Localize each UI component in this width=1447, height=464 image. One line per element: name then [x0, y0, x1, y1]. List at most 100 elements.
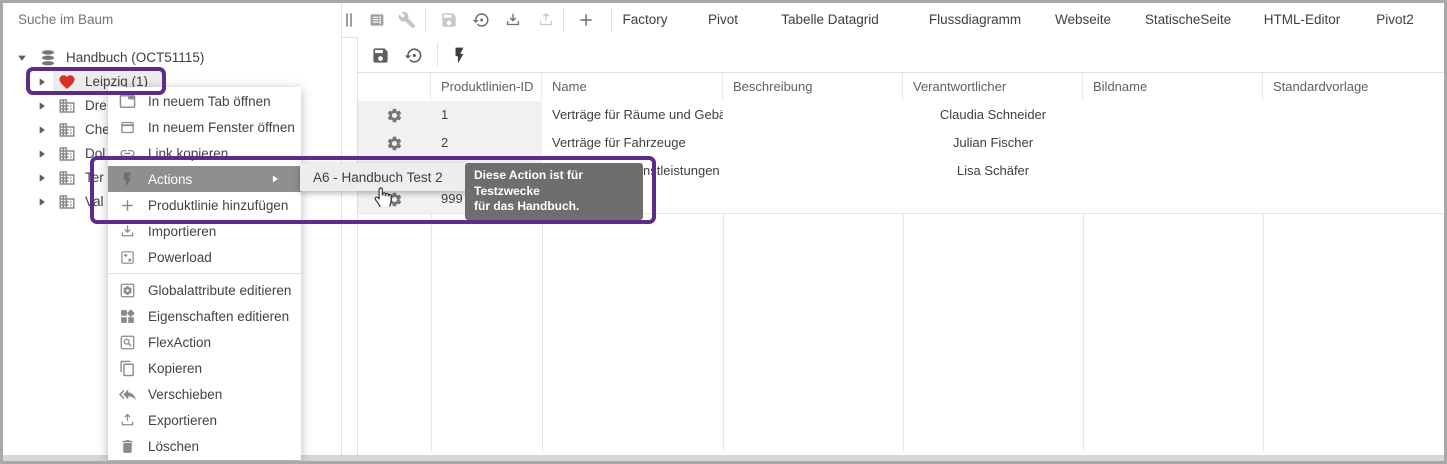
menu-item-export[interactable]: Exportieren	[108, 407, 301, 433]
delete-icon	[119, 438, 136, 455]
cell-beschreibung	[723, 101, 903, 129]
cell-bildname	[1083, 185, 1263, 213]
lightning-icon[interactable]	[450, 46, 469, 65]
menu-item-move[interactable]: Verschieben	[108, 381, 301, 407]
save-icon[interactable]	[371, 46, 390, 65]
tab-webseite[interactable]: Webseite	[1055, 3, 1111, 37]
open-in-tab-icon	[119, 93, 136, 110]
table-row[interactable]: 2 Verträge für Fahrzeuge Julian Fischer	[358, 129, 1444, 158]
menu-item-edit-properties[interactable]: Eigenschaften editieren	[108, 303, 301, 329]
building-icon	[58, 169, 76, 187]
cell-standardvorlage	[1263, 101, 1444, 129]
tab-factory[interactable]: Factory	[622, 3, 667, 37]
chevron-down-icon[interactable]	[15, 51, 29, 65]
divider	[425, 8, 426, 32]
cell-bildname	[1083, 129, 1263, 157]
action-tooltip: Diese Action ist für Testzwecke für das …	[465, 163, 643, 220]
global-attributes-icon	[119, 282, 136, 299]
cell-standardvorlage	[1263, 157, 1444, 185]
history-icon[interactable]	[472, 11, 490, 29]
divider	[611, 8, 612, 32]
top-bar: Suche im Baum Factory Pivot Tabelle Data…	[3, 3, 1444, 38]
cell-verantwortlicher: Lisa Schäfer	[903, 157, 1083, 185]
chevron-right-icon[interactable]	[35, 123, 49, 137]
properties-icon	[119, 308, 136, 325]
chevron-right-icon[interactable]	[35, 147, 49, 161]
cell-bildname	[1083, 157, 1263, 185]
powerload-icon	[119, 249, 136, 266]
open-in-window-icon	[119, 119, 136, 136]
menu-item-copy[interactable]: Kopieren	[108, 355, 301, 381]
column-header-beschreibung[interactable]: Beschreibung	[723, 73, 903, 102]
chevron-right-icon[interactable]	[35, 195, 49, 209]
wrench-icon[interactable]	[398, 11, 416, 29]
menu-item-open-in-new-window[interactable]: In neuem Fenster öffnen	[108, 114, 301, 140]
table-header: Produktlinien-ID Name Beschreibung Veran…	[358, 72, 1444, 103]
menu-item-copy-link[interactable]: Link kopieren	[108, 140, 301, 166]
menu-item-delete[interactable]: Löschen	[108, 433, 301, 459]
cell-beschreibung	[723, 185, 903, 213]
cell-produktlinien-id: 2	[431, 129, 542, 157]
column-header-verantwortlicher[interactable]: Verantwortlicher	[903, 73, 1083, 102]
save-icon[interactable]	[440, 11, 458, 29]
cell-bildname	[1083, 101, 1263, 129]
cell-name: Verträge für Fahrzeuge	[542, 129, 723, 157]
plus-icon[interactable]	[577, 11, 595, 29]
tab-pivot2[interactable]: Pivot2	[1376, 3, 1414, 37]
column-header-produktlinien-id[interactable]: Produktlinien-ID	[431, 73, 542, 102]
export-icon	[119, 412, 136, 429]
app-window: Suche im Baum Factory Pivot Tabelle Data…	[0, 0, 1447, 464]
history-icon[interactable]	[404, 46, 423, 65]
menu-item-actions[interactable]: Actions	[108, 166, 301, 192]
lightning-icon	[119, 171, 136, 188]
tab-html-editor[interactable]: HTML-Editor	[1264, 3, 1341, 37]
view-list-icon[interactable]	[368, 11, 386, 29]
hand-cursor-icon	[369, 181, 396, 208]
building-icon	[58, 193, 76, 211]
menu-item-add-product-line[interactable]: Produktlinie hinzufügen	[108, 192, 301, 218]
database-icon	[39, 49, 57, 67]
column-header-actions[interactable]	[358, 73, 431, 102]
upload-icon[interactable]	[537, 11, 555, 29]
content-panel: Produktlinien-ID Name Beschreibung Veran…	[357, 37, 1444, 455]
import-icon	[119, 223, 136, 240]
column-header-bildname[interactable]: Bildname	[1083, 73, 1263, 102]
cell-standardvorlage	[1263, 185, 1444, 213]
download-icon[interactable]	[504, 11, 522, 29]
divider	[437, 42, 438, 66]
cell-produktlinien-id: 1	[431, 101, 542, 129]
chevron-right-icon[interactable]	[35, 171, 49, 185]
cell-beschreibung	[723, 157, 903, 185]
building-icon	[58, 145, 76, 163]
cell-name: Verträge für Räume und Gebäude	[542, 101, 723, 129]
menu-item-import[interactable]: Importieren	[108, 218, 301, 244]
flexaction-icon	[119, 334, 136, 351]
menu-item-open-in-new-tab[interactable]: In neuem Tab öffnen	[108, 88, 301, 114]
tab-flussdiagramm[interactable]: Flussdiagramm	[929, 3, 1021, 37]
chevron-right-icon[interactable]	[35, 99, 49, 113]
column-header-standardvorlage[interactable]: Standardvorlage	[1263, 73, 1444, 102]
move-icon	[119, 386, 136, 403]
submenu-arrow-icon	[270, 174, 280, 184]
menu-item-edit-global-attributes[interactable]: Globalattribute editieren	[108, 277, 301, 303]
link-icon	[119, 145, 136, 162]
cell-beschreibung	[723, 129, 903, 157]
cell-standardvorlage	[1263, 129, 1444, 157]
tab-pivot[interactable]: Pivot	[708, 3, 738, 37]
chevron-right-icon[interactable]	[35, 75, 49, 89]
tree-search-input[interactable]: Suche im Baum	[3, 3, 341, 37]
table-row[interactable]: 1 Verträge für Räume und Gebäude Claudia…	[358, 101, 1444, 130]
menu-item-powerload[interactable]: Powerload	[108, 244, 301, 270]
row-gear-icon[interactable]	[386, 135, 403, 152]
building-icon	[58, 97, 76, 115]
building-icon	[58, 121, 76, 139]
row-gear-icon[interactable]	[386, 107, 403, 124]
tab-tabelle-datagrid[interactable]: Tabelle Datagrid	[781, 3, 879, 37]
tree-item-handbuch[interactable]: Handbuch (OCT51115)	[3, 46, 341, 70]
tab-statischeseite[interactable]: StatischeSeite	[1145, 3, 1231, 37]
column-header-name[interactable]: Name	[542, 73, 723, 102]
menu-item-flexaction[interactable]: FlexAction	[108, 329, 301, 355]
heart-icon	[58, 73, 76, 91]
plus-icon	[119, 197, 136, 214]
copy-icon	[119, 360, 136, 377]
